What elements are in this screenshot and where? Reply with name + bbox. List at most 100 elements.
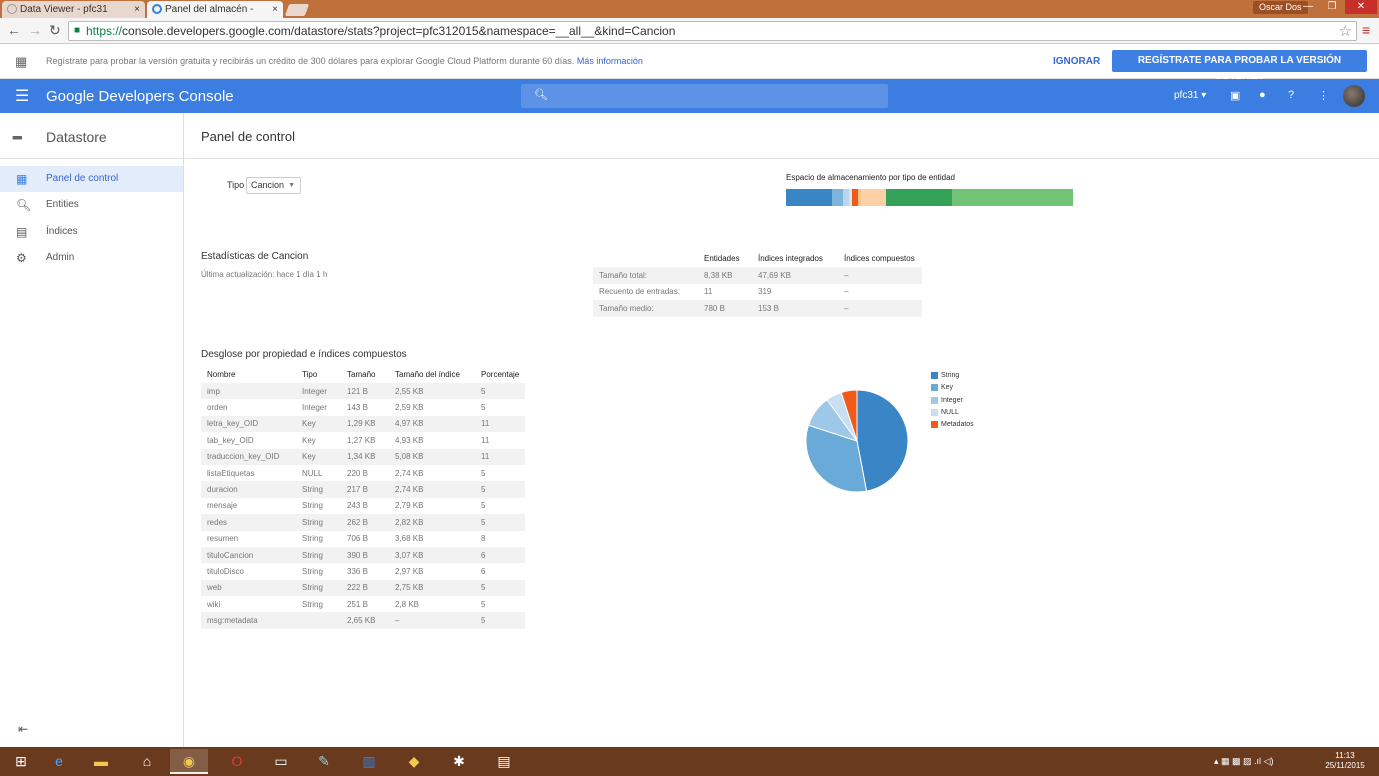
ignore-button[interactable]: IGNORAR — [1053, 56, 1100, 67]
feedback-icon[interactable]: ● — [1259, 89, 1266, 101]
table-row: msg:metadata 2,65 KB – 5 — [201, 612, 526, 629]
table-cell: 1,34 KB — [347, 452, 376, 462]
windows-taskbar: ⊞ e ▬ ⌂ ◉ O ▭ ✎ ▥ ◆ ✱ ▤ ▴ ▦ ▩ ▨ .ıl ◁) 1… — [0, 747, 1379, 776]
stats-cell: 319 — [758, 287, 772, 297]
stats-header: Índices compuestos — [844, 254, 915, 263]
sidebar-item-admin[interactable]: ⚙ Admin — [0, 245, 183, 271]
window-close-icon[interactable]: ✕ — [1345, 0, 1377, 14]
sidebar-item-dashboard[interactable]: ▦ Panel de control — [0, 166, 183, 192]
restore-icon[interactable]: ❐ — [1321, 0, 1343, 14]
opera-icon[interactable]: O — [218, 749, 256, 774]
help-icon[interactable]: ? — [1288, 89, 1294, 101]
windows-start-icon[interactable]: ⊞ — [2, 749, 40, 774]
trello-icon[interactable]: ▥ — [350, 749, 388, 774]
stats-header: Entidades — [704, 254, 740, 263]
console-brand: Google Developers Console — [46, 88, 234, 105]
table-cell: 2,74 KB — [395, 485, 424, 495]
table-cell: 2,65 KB — [347, 616, 376, 626]
hamburger-menu-icon[interactable]: ☰ — [15, 86, 29, 106]
table-cell: String — [302, 534, 323, 544]
chrome-menu-icon[interactable]: ≡ — [1362, 22, 1370, 38]
more-vert-icon[interactable]: ⋮ — [1318, 89, 1329, 102]
kind-label: Tipo — [227, 180, 245, 190]
bookmark-star-icon[interactable]: ☆ — [1339, 22, 1352, 40]
sidebar-item-entities[interactable]: 🔍︎ Entities — [0, 192, 183, 218]
table-cell: 220 B — [347, 468, 368, 478]
column-header-size: Tamaño — [347, 370, 376, 379]
table-cell: 2,75 KB — [395, 583, 424, 593]
legend-item: Key — [931, 382, 974, 394]
table-cell: 5 — [481, 468, 486, 478]
table-row: duracion String 217 B 2,74 KB 5 — [201, 481, 526, 498]
sidebar-item-indexes[interactable]: ▤ Índices — [0, 219, 183, 245]
properties-title: Desglose por propiedad e índices compues… — [201, 349, 407, 360]
app-icon[interactable]: ✱ — [440, 749, 478, 774]
project-selector[interactable]: pfc31 ▾ — [1174, 90, 1206, 101]
table-cell: imp — [207, 386, 220, 396]
video-editor-icon[interactable]: ▤ — [485, 749, 523, 774]
tab-title: Data Viewer - pfc31 — [20, 4, 108, 15]
free-trial-button[interactable]: REGÍSTRATE PARA PROBAR LA VERSIÓN GRATUI… — [1112, 50, 1367, 88]
table-cell: web — [207, 583, 222, 593]
minimize-icon[interactable]: — — [1297, 0, 1319, 14]
chrome-icon[interactable]: ◉ — [170, 749, 208, 774]
file-explorer-icon[interactable]: ▬ — [82, 749, 120, 774]
brand-rest: Developers Console — [98, 88, 234, 105]
pie-slice-string[interactable] — [856, 389, 909, 492]
system-tray-icons[interactable]: ▴ ▦ ▩ ▨ .ıl ◁) — [1214, 756, 1273, 767]
table-row: redes String 262 B 2,82 KB 5 — [201, 514, 526, 531]
column-header-index-size: Tamaño del índice — [395, 370, 460, 379]
storage-segment — [952, 189, 1073, 206]
browser-tab-data-viewer[interactable]: Data Viewer - pfc31 × — [2, 1, 145, 18]
close-icon[interactable]: × — [134, 1, 140, 18]
indexes-icon: ▤ — [16, 225, 28, 239]
legend-label: NULL — [941, 408, 959, 416]
table-cell: 243 B — [347, 501, 368, 511]
search-icon: 🔍︎ — [534, 89, 548, 101]
stats-cell: Tamaño medio: — [599, 303, 654, 313]
table-cell: 1,29 KB — [347, 419, 376, 429]
storage-segment — [860, 189, 887, 206]
close-icon[interactable]: × — [272, 1, 278, 18]
type-pie-chart — [805, 389, 909, 493]
table-cell: 3,07 KB — [395, 550, 424, 560]
table-cell: tab_key_OID — [207, 435, 254, 445]
stats-cell: 47,69 KB — [758, 270, 791, 280]
table-cell: 11 — [481, 435, 490, 445]
table-cell: String — [302, 517, 323, 527]
table-row: wiki String 251 B 2,8 KB 5 — [201, 596, 525, 612]
sidebar-item-label: Índices — [46, 226, 78, 237]
notepad-icon[interactable]: ✎ — [305, 749, 343, 774]
gift-icon: ▦ — [15, 54, 28, 69]
avatar[interactable] — [1343, 85, 1365, 107]
table-cell: 5 — [481, 616, 486, 626]
reload-icon[interactable]: ↻ — [49, 22, 61, 39]
clock[interactable]: 11:13 25/11/2015 — [1320, 751, 1370, 771]
storage-stacked-bar — [786, 189, 1073, 206]
stats-cell: 153 B — [758, 303, 779, 313]
back-icon[interactable]: ← — [7, 22, 21, 38]
kind-select[interactable]: Cancion ▼ — [246, 177, 301, 194]
forward-icon[interactable]: → — [28, 22, 42, 38]
collapse-sidebar-icon[interactable]: ⇤ — [18, 722, 28, 736]
legend-label: Metadatos — [941, 421, 974, 429]
column-header-name: Nombre — [207, 370, 236, 379]
table-cell: – — [395, 616, 400, 626]
new-tab-button[interactable] — [284, 4, 310, 16]
more-info-link[interactable]: Más información — [577, 56, 643, 66]
table-cell: 11 — [481, 419, 490, 429]
browser-tab-panel[interactable]: Panel del almacén - pfc31 × — [147, 1, 283, 32]
cloud-shell-icon[interactable]: ▣ — [1230, 89, 1240, 102]
terminal-icon[interactable]: ▭ — [262, 749, 300, 774]
pdf-icon[interactable]: ◆ — [395, 749, 433, 774]
stats-header: Índices integrados — [758, 254, 823, 263]
table-cell: String — [302, 485, 323, 495]
legend-swatch — [931, 384, 938, 392]
internet-explorer-icon[interactable]: e — [40, 749, 78, 774]
search-input[interactable]: 🔍︎ — [521, 84, 888, 108]
table-cell: Integer — [302, 386, 327, 396]
url-input[interactable]: ■ https://console.developers.google.com/… — [68, 21, 1357, 41]
home-icon[interactable]: ⌂ — [128, 749, 166, 774]
table-cell: orden — [207, 403, 228, 413]
pie-legend: String Key Integer NULL Metadatos — [931, 370, 974, 431]
